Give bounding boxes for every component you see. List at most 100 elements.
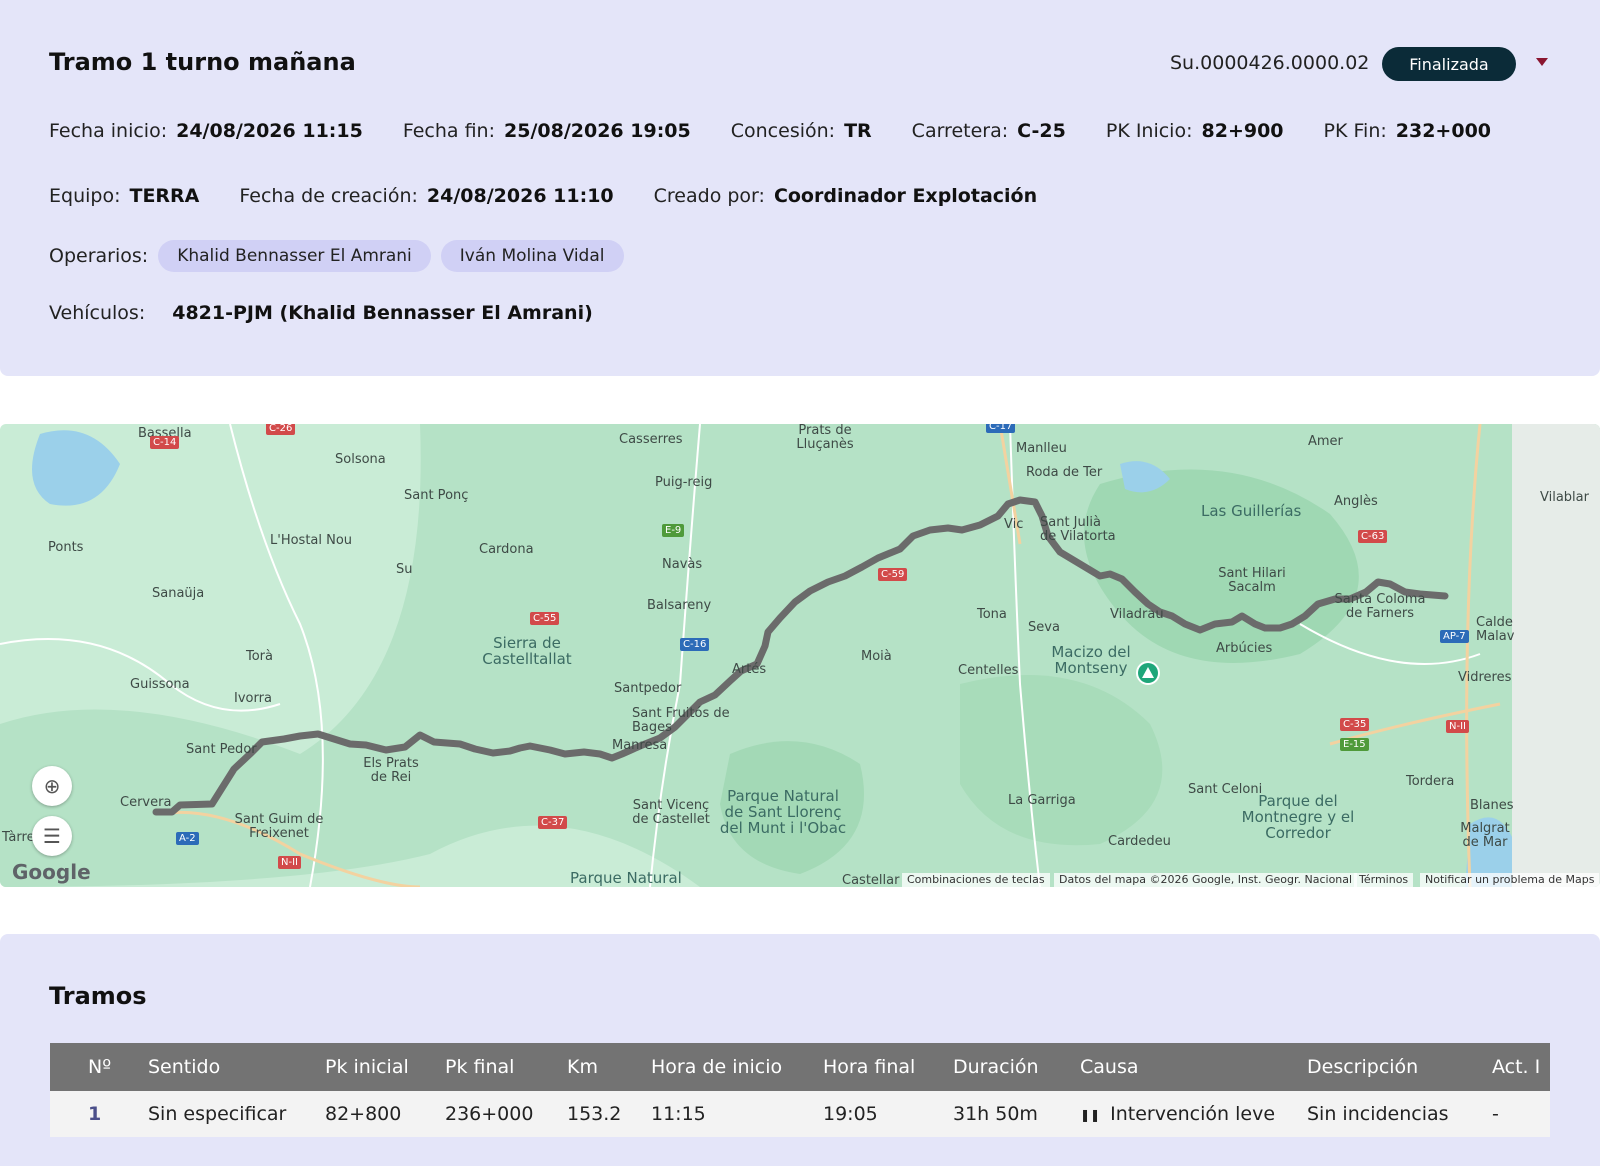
map-label: Macizo del Montseny	[1051, 643, 1131, 677]
map-label: Calde Malav	[1476, 615, 1515, 644]
field-pk-inicio: PK Inicio: 82+900	[1106, 120, 1284, 142]
map-label: Torà	[246, 649, 273, 664]
operarios-row: Operarios: Khalid Bennasser El Amrani Iv…	[49, 240, 624, 272]
map-label: Sant Julià de Vilatorta	[1040, 515, 1116, 544]
field-value: Coordinador Explotación	[773, 185, 1038, 207]
road-shield: C-37	[538, 816, 568, 829]
map-label: Sant Fruitós de Bages	[632, 706, 730, 735]
field-label: PK Inicio:	[1105, 120, 1193, 142]
status-badge[interactable]: Finalizada	[1382, 47, 1516, 81]
map-label: Sant Ponç	[404, 488, 469, 503]
map-label: Manlleu	[1016, 441, 1067, 456]
map-label: Els Prats de Rei	[363, 756, 419, 785]
field-label: Fecha inicio:	[49, 120, 168, 142]
column-header[interactable]: Km	[567, 1056, 651, 1078]
field-label: Carretera:	[911, 120, 1009, 142]
map-label: Sierra de Castelltallat	[482, 634, 572, 668]
column-header[interactable]: Pk inicial	[325, 1056, 445, 1078]
road-shield: C-14	[150, 436, 180, 449]
road-shield: C-59	[878, 568, 908, 581]
attribution-link[interactable]: Notificar un problema de Maps	[1420, 873, 1600, 887]
details-row-2: Equipo: TERRA Fecha de creación: 24/08/202…	[49, 185, 1077, 207]
cell-hora-inicio: 11:15	[651, 1103, 706, 1125]
road-shield: N-II	[278, 856, 301, 869]
pause-icon: ❚❚	[1080, 1107, 1101, 1122]
column-header[interactable]: Act. I	[1492, 1056, 1550, 1078]
road-shield: C-35	[1340, 718, 1370, 731]
column-header[interactable]: Hora de inicio	[651, 1056, 823, 1078]
map-label: Santa Coloma de Farners	[1334, 592, 1426, 621]
field-carretera: Carretera: C-25	[912, 120, 1066, 142]
cell-sentido: Sin especificar	[148, 1103, 287, 1125]
column-header[interactable]: Causa	[1080, 1056, 1307, 1078]
map-label: Santpedor	[614, 681, 682, 696]
road-shield: E-9	[662, 524, 685, 537]
column-header[interactable]: Sentido	[148, 1056, 325, 1078]
layers-icon[interactable]: ☰	[32, 816, 72, 856]
operarios-label: Operarios:	[49, 245, 149, 267]
table-header: Nº Sentido Pk inicial Pk final Km Hora d…	[50, 1043, 1550, 1091]
field-value: C-25	[1017, 120, 1066, 142]
field-value: TR	[844, 120, 872, 142]
map-label: Anglès	[1334, 494, 1378, 509]
field-label: Fecha de creación:	[239, 185, 418, 207]
column-header[interactable]: Duración	[953, 1056, 1080, 1078]
column-header[interactable]: Descripción	[1307, 1056, 1492, 1078]
field-fecha-creacion: Fecha de creación: 24/08/2026 11:10	[239, 185, 613, 207]
map-label: Sanaüja	[152, 586, 205, 601]
map-label: Arbúcies	[1216, 641, 1273, 656]
attribution-link[interactable]: Términos	[1354, 873, 1414, 887]
map-label: Cardona	[479, 542, 534, 557]
table-row[interactable]: 1 Sin especificar 82+800 236+000 153.2 1…	[50, 1091, 1550, 1137]
field-label: PK Fin:	[1323, 120, 1387, 142]
map-label: Ponts	[48, 540, 84, 555]
cell-act: -	[1492, 1103, 1499, 1125]
column-header[interactable]: Hora final	[823, 1056, 953, 1078]
road-shield: C-16	[680, 638, 710, 651]
map-label: Castellar	[842, 873, 900, 887]
vehiculos-label: Vehículos:	[49, 302, 146, 324]
vehiculos-value: 4821-PJM (Khalid Bennasser El Amrani)	[172, 302, 593, 324]
column-header[interactable]: Pk final	[445, 1056, 567, 1078]
road-shield: C-55	[530, 612, 560, 625]
map-label: Sant Hilari Sacalm	[1218, 566, 1286, 595]
map-label: Sant Vicenç de Castellet	[632, 798, 710, 827]
field-value: 82+900	[1201, 120, 1284, 142]
map-label: Ivorra	[234, 691, 272, 706]
cell-km: 153.2	[567, 1103, 622, 1125]
causa-text: Intervención leve	[1110, 1103, 1276, 1125]
map-label: Manresa	[612, 738, 668, 753]
map-label: Cervera	[120, 795, 172, 810]
field-pk-fin: PK Fin: 232+000	[1324, 120, 1491, 142]
operario-chip[interactable]: Iván Molina Vidal	[440, 240, 624, 272]
field-label: Equipo:	[49, 185, 121, 207]
attribution-link[interactable]: Combinaciones de teclas	[902, 873, 1050, 887]
field-label: Concesión:	[730, 120, 836, 142]
column-header[interactable]: Nº	[50, 1056, 148, 1078]
route-map[interactable]: Bassella Solsona Casserres Prats de Lluç…	[0, 424, 1600, 887]
google-logo: Google	[12, 860, 91, 884]
field-label: Fecha fin:	[402, 120, 496, 142]
road-shield: A-2	[176, 832, 199, 845]
map-label: Vic	[1004, 517, 1024, 532]
field-fecha-inicio: Fecha inicio: 24/08/2026 11:15	[49, 120, 363, 142]
tramos-card: Tramos Nº Sentido Pk inicial Pk final Km…	[0, 934, 1600, 1166]
row-number-link[interactable]: 1	[50, 1103, 148, 1125]
map-label: Parque Natural	[570, 869, 682, 887]
field-creado-por: Creado por: Coordinador Explotación	[654, 185, 1037, 207]
chevron-down-icon[interactable]	[1536, 58, 1548, 66]
field-value: 24/08/2026 11:10	[426, 185, 614, 207]
map-label: Centelles	[958, 663, 1019, 678]
tramos-table: Nº Sentido Pk inicial Pk final Km Hora d…	[50, 1043, 1550, 1137]
map-label: Navàs	[662, 557, 703, 572]
locate-icon[interactable]: ⊕	[32, 766, 72, 806]
operario-chip[interactable]: Khalid Bennasser El Amrani	[158, 240, 431, 272]
map-label: Vilablar	[1540, 490, 1589, 505]
map-label: Sant Pedor	[186, 742, 257, 757]
road-shield: AP-7	[1440, 630, 1469, 643]
map-label: Artés	[732, 662, 767, 677]
map-label: Viladrau	[1110, 607, 1164, 622]
map-label: Parque del Montnegre y el Corredor	[1241, 792, 1355, 842]
field-value: 24/08/2026 11:15	[176, 120, 363, 142]
tramo-details-card: Tramo 1 turno mañana Su.0000426.0000.02 …	[0, 0, 1600, 376]
